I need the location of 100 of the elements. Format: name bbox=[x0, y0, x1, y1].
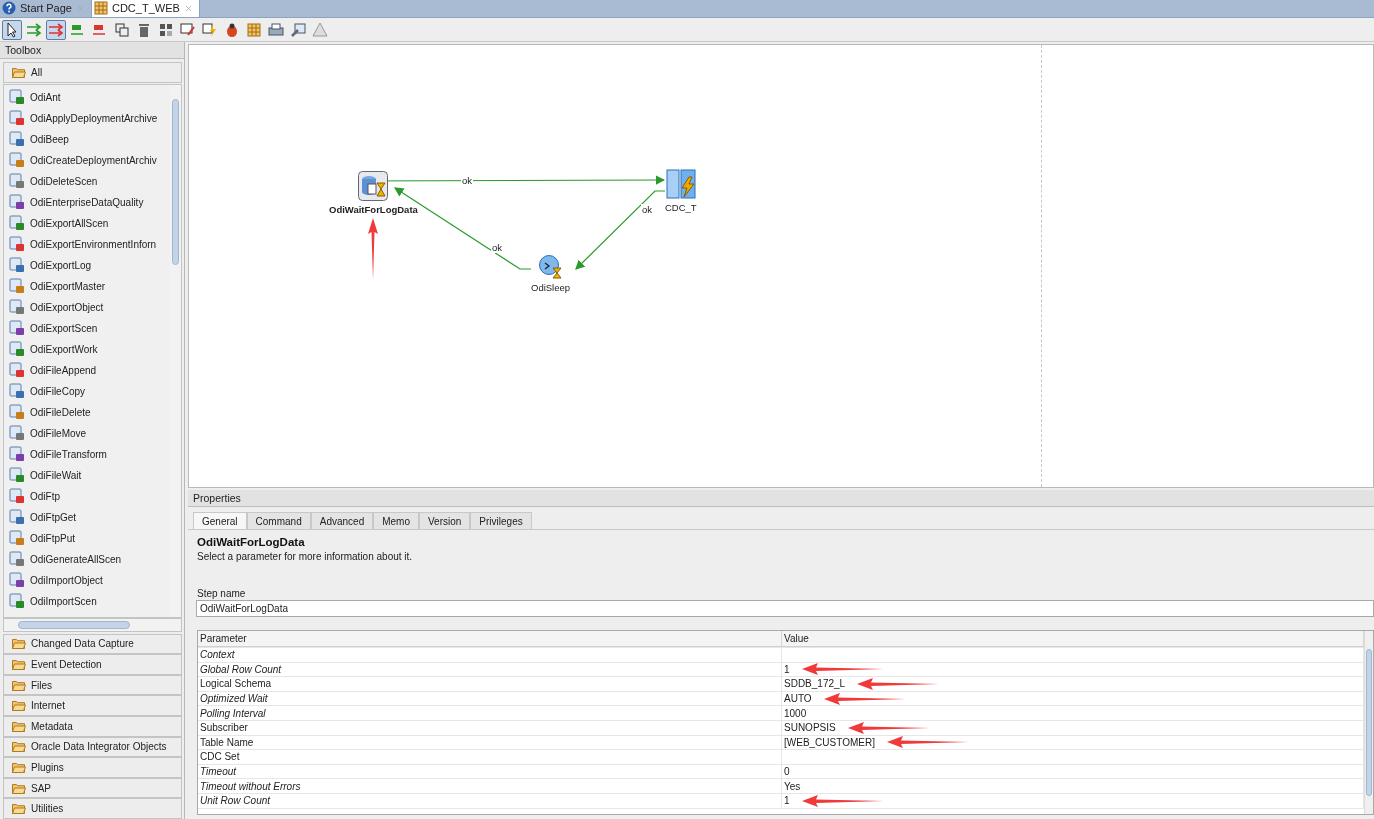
tool-item[interactable]: OdiCreateDeploymentArchiv bbox=[4, 149, 170, 171]
table-cell: 0 bbox=[784, 766, 790, 778]
tool-label: OdiFileDelete bbox=[30, 406, 91, 418]
category-header[interactable]: Utilities bbox=[3, 798, 182, 819]
tool-icon bbox=[9, 383, 25, 400]
edit-icon[interactable] bbox=[180, 21, 196, 38]
tool-icon bbox=[9, 320, 25, 337]
tool-item[interactable]: OdiFileAppend bbox=[4, 359, 170, 381]
tool-item[interactable]: OdiFtp bbox=[4, 485, 170, 507]
tool-icon bbox=[9, 215, 25, 232]
category-label: All bbox=[31, 66, 43, 78]
tool-label: OdiImportObject bbox=[30, 574, 103, 586]
tool-icon bbox=[9, 341, 25, 358]
tool-item[interactable]: OdiExportEnvironmentInforn bbox=[4, 233, 170, 255]
tool-icon bbox=[9, 467, 25, 484]
bug-icon[interactable] bbox=[224, 21, 240, 38]
tool-item[interactable]: OdiExportWork bbox=[4, 338, 170, 360]
column-header[interactable]: Parameter bbox=[198, 631, 782, 647]
tool-label: OdiFileAppend bbox=[30, 364, 97, 376]
tool-item[interactable]: OdiFileCopy bbox=[4, 380, 170, 402]
tool-label: OdiExportScen bbox=[30, 322, 98, 334]
tool-label: OdiEnterpriseDataQuality bbox=[30, 196, 144, 208]
tool-item[interactable]: OdiApplyDeploymentArchive bbox=[4, 107, 170, 129]
link-label: ok bbox=[491, 242, 504, 253]
properties-tab[interactable]: General bbox=[193, 512, 247, 529]
properties-tab[interactable]: Version bbox=[419, 512, 471, 529]
table-cell: Polling Interval bbox=[198, 706, 782, 720]
tool-icon bbox=[9, 446, 25, 463]
clock-hourglass-icon bbox=[538, 255, 563, 279]
warning-icon[interactable] bbox=[312, 21, 328, 38]
tool-item[interactable]: OdiDeleteScen bbox=[4, 170, 170, 192]
category-header[interactable]: SAP bbox=[3, 777, 182, 799]
tool-item[interactable]: OdiBeep bbox=[4, 128, 170, 150]
tool-item[interactable]: OdiImportObject bbox=[4, 569, 170, 591]
table-cell: 1 bbox=[784, 795, 790, 807]
tool-icon bbox=[9, 236, 25, 253]
category-header[interactable]: Event Detection bbox=[3, 654, 182, 675]
tool-item[interactable]: OdiAnt bbox=[4, 86, 170, 108]
print-icon[interactable] bbox=[268, 21, 284, 38]
tool-item[interactable]: OdiFileMove bbox=[4, 422, 170, 444]
category-label: Files bbox=[31, 679, 53, 691]
tool-item[interactable]: OdiExportLog bbox=[4, 254, 170, 276]
category-header[interactable]: Plugins bbox=[3, 757, 182, 778]
document-tab[interactable]: CDC_T_WEB bbox=[92, 0, 200, 17]
properties-tab[interactable]: Privileges bbox=[470, 512, 532, 529]
folder-icon bbox=[12, 659, 26, 671]
tool-icon bbox=[9, 593, 25, 610]
trash-icon[interactable] bbox=[136, 21, 152, 38]
ko-link-icon[interactable] bbox=[48, 21, 64, 38]
tool-label: OdiApplyDeploymentArchive bbox=[30, 112, 158, 124]
package-icon[interactable] bbox=[246, 21, 262, 38]
tool-item[interactable]: OdiExportAllScen bbox=[4, 212, 170, 234]
scrollbar[interactable] bbox=[1364, 631, 1373, 814]
tool-item[interactable]: OdiFtpPut bbox=[4, 527, 170, 549]
category-header[interactable]: Internet bbox=[3, 695, 182, 717]
tool-item[interactable]: OdiExportScen bbox=[4, 317, 170, 339]
diagram-canvas[interactable]: ok ok ok OdiWaitForLogData CDC_T OdiSleep bbox=[188, 44, 1374, 488]
tool-item[interactable]: OdiFtpGet bbox=[4, 506, 170, 528]
folder-icon bbox=[12, 720, 26, 732]
tool-item[interactable]: OdiImportScen bbox=[4, 590, 170, 612]
column-header[interactable]: Value bbox=[782, 631, 1364, 647]
tab-label: Start Page bbox=[20, 2, 72, 14]
table-cell: Table Name bbox=[198, 735, 782, 750]
category-header[interactable]: Metadata bbox=[3, 716, 182, 737]
category-header[interactable]: Changed Data Capture bbox=[3, 633, 182, 655]
tool-item[interactable]: OdiExportMaster bbox=[4, 275, 170, 297]
tool-label: OdiFileCopy bbox=[30, 385, 86, 397]
tool-item[interactable]: OdiExportObject bbox=[4, 296, 170, 318]
tool-label: OdiFileMove bbox=[30, 427, 87, 439]
tool-item[interactable]: OdiFileDelete bbox=[4, 401, 170, 423]
tool-item[interactable]: OdiFileTransform bbox=[4, 443, 170, 465]
bolt-icon[interactable] bbox=[202, 21, 218, 38]
tool-label: OdiAnt bbox=[30, 91, 61, 103]
tool-icon bbox=[9, 404, 25, 421]
properties-tab[interactable]: Advanced bbox=[310, 512, 374, 529]
folder-icon bbox=[12, 762, 26, 773]
table-cell: Timeout without Errors bbox=[198, 779, 782, 793]
tool-label: OdiExportAllScen bbox=[30, 217, 109, 229]
pointer-icon[interactable] bbox=[4, 21, 20, 38]
tool-label: OdiFileTransform bbox=[30, 448, 107, 460]
category-header[interactable]: Files bbox=[3, 674, 182, 696]
tool-item[interactable]: OdiEnterpriseDataQuality bbox=[4, 191, 170, 213]
copy-icon[interactable] bbox=[114, 21, 130, 38]
tab-label: CDC_T_WEB bbox=[112, 2, 180, 14]
tool-item[interactable]: OdiFileWait bbox=[4, 464, 170, 486]
category-header[interactable]: Oracle Data Integrator Objects bbox=[3, 736, 182, 758]
tool-label: OdiFtpGet bbox=[30, 511, 77, 523]
grid-icon[interactable] bbox=[158, 21, 174, 38]
category-header[interactable]: All bbox=[3, 62, 182, 83]
ok-link-icon[interactable] bbox=[26, 21, 42, 38]
tool-label: OdiExportWork bbox=[30, 343, 98, 355]
document-tab[interactable]: Start Page bbox=[0, 0, 92, 17]
folder-icon bbox=[12, 741, 26, 753]
close-icon[interactable] bbox=[183, 3, 193, 13]
tool-label: OdiCreateDeploymentArchiv bbox=[30, 154, 157, 166]
properties-tab[interactable]: Command bbox=[246, 512, 311, 529]
tool-item[interactable]: OdiGenerateAllScen bbox=[4, 548, 170, 570]
step-name-field[interactable]: OdiWaitForLogData bbox=[196, 600, 1374, 617]
properties-tab[interactable]: Memo bbox=[373, 512, 419, 529]
node-label: CDC_T bbox=[665, 202, 697, 213]
